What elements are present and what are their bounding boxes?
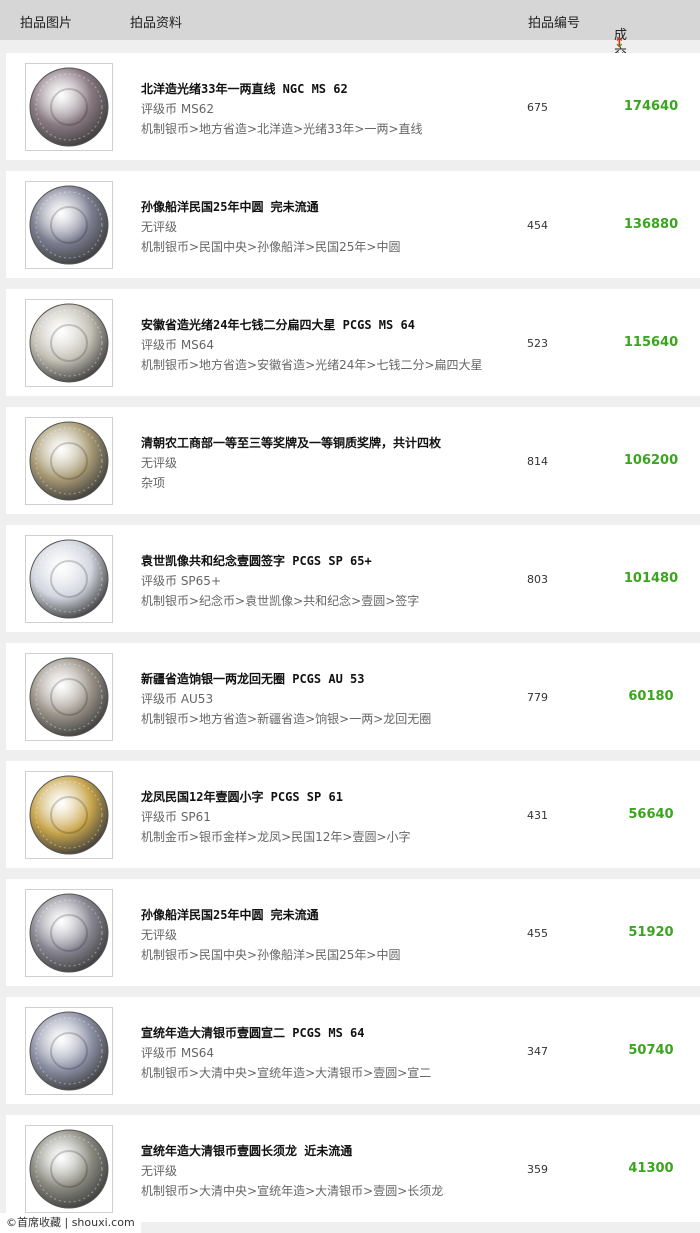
item-price: 174640 (623, 99, 679, 114)
item-price: 56640 (628, 807, 674, 822)
coin-thumbnail[interactable] (25, 535, 113, 623)
coin-image (29, 1011, 109, 1091)
item-price: 60180 (628, 689, 674, 704)
item-title[interactable]: 北洋造光绪33年一两直线 NGC MS 62 (141, 80, 348, 97)
item-lot-number: 431 (527, 809, 548, 822)
item-title[interactable]: 宣统年造大清银币壹圆长须龙 近未流通 (141, 1142, 352, 1159)
item-lot-number: 347 (527, 1045, 548, 1058)
coin-image (29, 775, 109, 855)
item-grade: 评级币 MS62 (141, 102, 215, 116)
item-title[interactable]: 龙凤民国12年壹圆小字 PCGS SP 61 (141, 788, 343, 805)
table-header: 拍品图片 拍品资料 拍品编号 成交价↓↑ (0, 0, 700, 81)
list-item[interactable]: 新疆省造饷银一两龙回无圈 PCGS AU 53 评级币 AU53 机制银币>地方省造… (6, 643, 700, 750)
item-price: 106200 (623, 453, 679, 468)
item-title[interactable]: 宣统年造大清银币壹圆宣二 PCGS MS 64 (141, 1024, 364, 1041)
coin-thumbnail[interactable] (25, 771, 113, 859)
coin-image (29, 67, 109, 147)
coin-thumbnail[interactable] (25, 417, 113, 505)
list-item[interactable]: 北洋造光绪33年一两直线 NGC MS 62 评级币 MS62 机制银币>地方省造>… (6, 53, 700, 160)
item-category: 机制银币>大清中央>宣统年造>大清银币>壹圆>长须龙 (141, 1184, 444, 1198)
coin-image (29, 421, 109, 501)
coin-thumbnail[interactable] (25, 1007, 113, 1095)
coin-thumbnail[interactable] (25, 653, 113, 741)
coin-image (29, 1129, 109, 1209)
coin-image (29, 657, 109, 737)
coin-image (29, 539, 109, 619)
item-grade: 无评级 (141, 1164, 178, 1178)
item-category: 机制金币>银币金样>龙凤>民国12年>壹圆>小字 (141, 830, 411, 844)
item-price: 101480 (623, 571, 679, 586)
item-grade: 评级币 MS64 (141, 1046, 215, 1060)
item-category: 机制银币>地方省造>新疆省造>饷银>一两>龙回无圈 (141, 712, 432, 726)
coin-image (29, 185, 109, 265)
item-price: 51920 (628, 925, 674, 940)
list-item[interactable]: 龙凤民国12年壹圆小字 PCGS SP 61 评级币 SP61 机制金币>银币金样>… (6, 761, 700, 868)
sort-up-icon[interactable]: ↑ (614, 36, 625, 51)
item-category: 机制银币>纪念币>袁世凯像>共和纪念>壹圆>签字 (141, 594, 420, 608)
item-title[interactable]: 孙像船洋民国25年中圆 完未流通 (141, 906, 319, 923)
watermark: ©首席收藏 | shouxi.com (0, 1213, 141, 1233)
column-header-info: 拍品资料 (130, 16, 183, 31)
list-item[interactable]: 宣统年造大清银币壹圆长须龙 近未流通 无评级机制银币>大清中央>宣统年造>大清银币… (6, 1115, 700, 1222)
list-item[interactable]: 宣统年造大清银币壹圆宣二 PCGS MS 64 评级币 MS64 机制银币>大清中央… (6, 997, 700, 1104)
list-item[interactable]: 孙像船洋民国25年中圆 完未流通 无评级机制银币>民国中央>孙像船洋>民国25年>… (6, 171, 700, 278)
coin-image (29, 893, 109, 973)
item-price: 50740 (628, 1043, 674, 1058)
item-lot-number: 454 (527, 219, 548, 232)
column-header-lot-number: 拍品编号 (528, 16, 581, 31)
coin-thumbnail[interactable] (25, 181, 113, 269)
coin-thumbnail[interactable] (25, 299, 113, 387)
item-title[interactable]: 清朝农工商部一等至三等奖牌及一等铜质奖牌，共计四枚 (141, 434, 441, 451)
item-grade: 评级币 AU53 (141, 692, 214, 706)
item-title[interactable]: 新疆省造饷银一两龙回无圈 PCGS AU 53 (141, 670, 364, 687)
item-grade: 评级币 SP61 (141, 810, 211, 824)
item-title[interactable]: 袁世凯像共和纪念壹圆签字 PCGS SP 65+ (141, 552, 372, 569)
item-price: 41300 (628, 1161, 674, 1176)
item-lot-number: 675 (527, 101, 548, 114)
column-header-image: 拍品图片 (20, 16, 73, 31)
item-lot-number: 359 (527, 1163, 548, 1176)
list-item[interactable]: 安徽省造光绪24年七钱二分扁四大星 PCGS MS 64 评级币 MS64 机制银币… (6, 289, 700, 396)
list-item[interactable]: 清朝农工商部一等至三等奖牌及一等铜质奖牌，共计四枚 无评级杂项 814 106200 (6, 407, 700, 514)
item-grade: 评级币 SP65+ (141, 574, 221, 588)
item-lot-number: 814 (527, 455, 548, 468)
item-lot-number: 523 (527, 337, 548, 350)
item-grade: 评级币 MS64 (141, 338, 215, 352)
list-item[interactable]: 袁世凯像共和纪念壹圆签字 PCGS SP 65+ 评级币 SP65+ 机制银币>纪念… (6, 525, 700, 632)
item-grade: 无评级 (141, 220, 178, 234)
item-title[interactable]: 安徽省造光绪24年七钱二分扁四大星 PCGS MS 64 (141, 316, 415, 333)
item-category: 机制银币>民国中央>孙像船洋>民国25年>中圆 (141, 948, 401, 962)
item-title[interactable]: 孙像船洋民国25年中圆 完未流通 (141, 198, 319, 215)
item-lot-number: 803 (527, 573, 548, 586)
item-price: 136880 (623, 217, 679, 232)
item-category: 机制银币>地方省造>安徽省造>光绪24年>七钱二分>扁四大星 (141, 358, 483, 372)
coin-image (29, 303, 109, 383)
coin-thumbnail[interactable] (25, 889, 113, 977)
item-category: 机制银币>地方省造>北洋造>光绪33年>一两>直线 (141, 122, 423, 136)
item-category: 杂项 (141, 476, 166, 490)
coin-thumbnail[interactable] (25, 1125, 113, 1213)
coin-thumbnail[interactable] (25, 63, 113, 151)
item-lot-number: 455 (527, 927, 548, 940)
item-price: 115640 (623, 335, 679, 350)
item-category: 机制银币>大清中央>宣统年造>大清银币>壹圆>宣二 (141, 1066, 432, 1080)
item-category: 机制银币>民国中央>孙像船洋>民国25年>中圆 (141, 240, 401, 254)
item-grade: 无评级 (141, 456, 178, 470)
item-lot-number: 779 (527, 691, 548, 704)
item-grade: 无评级 (141, 928, 178, 942)
list-item[interactable]: 孙像船洋民国25年中圆 完未流通 无评级机制银币>民国中央>孙像船洋>民国25年>… (6, 879, 700, 986)
